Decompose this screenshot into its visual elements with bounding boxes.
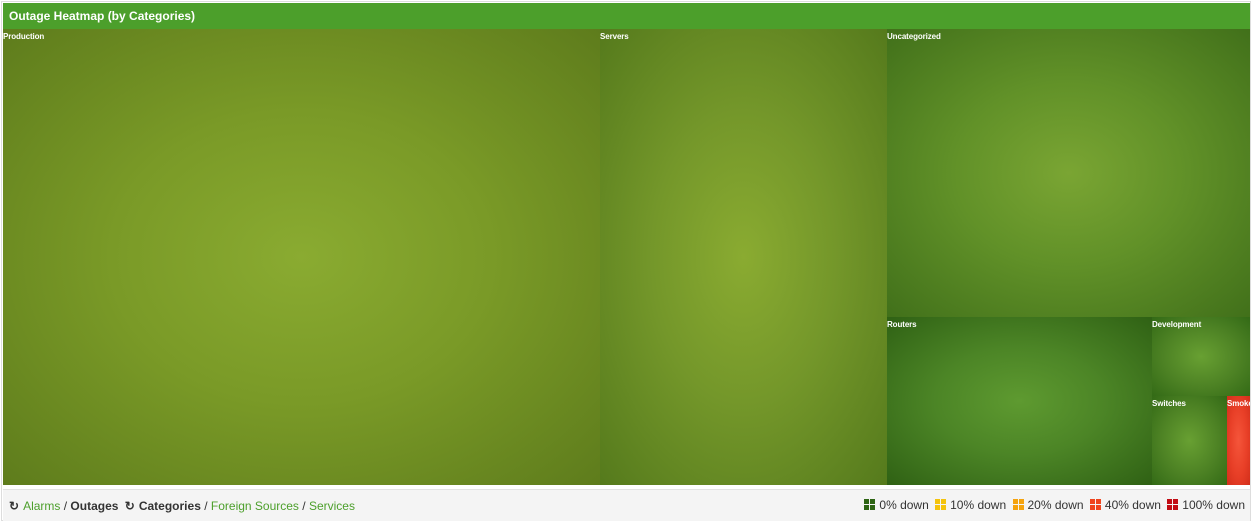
separator: / <box>60 499 71 513</box>
legend-swatch-icon <box>1167 499 1179 510</box>
cycle-icon[interactable]: ↻ <box>125 499 135 513</box>
outage-heatmap-panel: Outage Heatmap (by Categories) Productio… <box>1 1 1251 521</box>
legend-item: 0% down <box>864 498 929 512</box>
tile-label: Routers <box>887 320 917 329</box>
tile-uncategorized[interactable]: Uncategorized <box>887 29 1250 317</box>
legend: 0% down 10% down 20% down 40% down 100% … <box>861 498 1245 512</box>
legend-swatch-icon <box>1012 499 1024 510</box>
legend-label: 20% down <box>1027 498 1084 512</box>
link-alarms[interactable]: Alarms <box>23 499 60 513</box>
tile-routers[interactable]: Routers <box>887 317 1152 485</box>
legend-label: 10% down <box>950 498 1007 512</box>
separator: / <box>298 499 309 513</box>
legend-swatch-icon <box>1089 499 1101 510</box>
separator: / <box>200 499 211 513</box>
tile-label: Uncategorized <box>887 32 941 41</box>
legend-label: 0% down <box>879 498 929 512</box>
panel-footer: ↻ Alarms / Outages ↻ Categories / Foreign … <box>3 489 1250 521</box>
view-switcher: ↻ Alarms / Outages ↻ Categories / Foreign … <box>9 499 355 513</box>
tile-production[interactable]: Production <box>3 29 600 485</box>
tile-servers[interactable]: Servers <box>600 29 887 485</box>
tile-label: Switches <box>1152 399 1186 408</box>
tile-label: Development <box>1152 320 1202 329</box>
legend-item: 100% down <box>1167 498 1245 512</box>
current-outages: Outages <box>70 499 119 513</box>
legend-item: 20% down <box>1012 498 1084 512</box>
tile-switches[interactable]: Switches <box>1152 396 1227 485</box>
panel-title: Outage Heatmap (by Categories) <box>3 3 1250 29</box>
legend-item: 40% down <box>1089 498 1161 512</box>
legend-label: 40% down <box>1104 498 1161 512</box>
cycle-icon[interactable]: ↻ <box>9 499 19 513</box>
tile-smoke[interactable]: Smoke <box>1227 396 1250 485</box>
link-foreign-sources[interactable]: Foreign Sources <box>211 499 299 513</box>
tile-development[interactable]: Development <box>1152 317 1250 396</box>
tile-label: Smoke <box>1227 399 1250 408</box>
link-services[interactable]: Services <box>309 499 355 513</box>
current-categories: Categories <box>138 499 201 513</box>
legend-swatch-icon <box>864 499 876 510</box>
legend-swatch-icon <box>935 499 947 510</box>
tile-label: Production <box>3 32 45 41</box>
tile-label: Servers <box>600 32 629 41</box>
treemap: Production Servers Uncategorized Routers… <box>3 29 1250 485</box>
legend-label: 100% down <box>1182 498 1245 512</box>
legend-item: 10% down <box>935 498 1006 512</box>
